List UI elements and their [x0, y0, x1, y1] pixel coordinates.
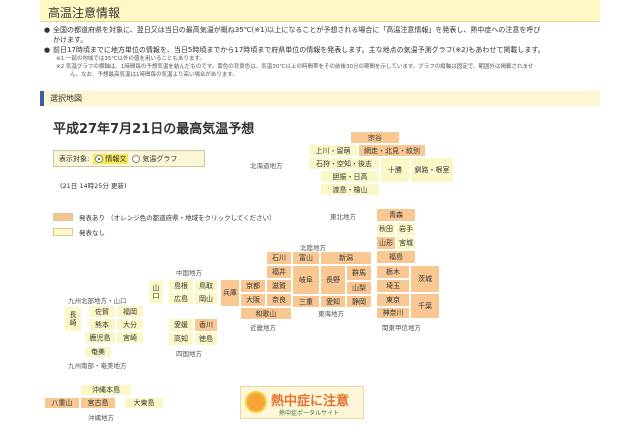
pref-miyazaki[interactable]: 宮崎 — [116, 331, 144, 344]
legend-off: 発表なし — [53, 227, 105, 237]
pref-ibaraki[interactable]: 茨城 — [410, 265, 440, 293]
pref-saitama[interactable]: 埼玉 — [376, 279, 410, 293]
intro-line-3: 前日17時頃までに地方単位の情報を、当日5時頃までから17時頃まで府県単位の情報… — [53, 46, 545, 54]
pref-yaeyama[interactable]: 八重山 — [44, 397, 80, 409]
pref-kamikawa-rumoi[interactable]: 上川・留萌 — [308, 144, 358, 157]
region-label-kyushu-north: 九州北部地方・山口 — [68, 297, 127, 305]
section-label: 選択地図 — [50, 94, 82, 103]
pref-shiga[interactable]: 滋賀 — [266, 279, 292, 293]
pref-akita[interactable]: 秋田 — [376, 222, 396, 236]
map-title: 平成27年7月21日の最高気温予想 — [53, 122, 255, 137]
pref-toyama[interactable]: 富山 — [292, 251, 320, 265]
pref-gifu[interactable]: 岐阜 — [292, 265, 320, 295]
note-3: ん。なお、予想最高気温は1時間毎の気温より高い場合があります。 — [70, 72, 238, 78]
pref-tokachi[interactable]: 十勝 — [380, 157, 410, 183]
pref-shizuoka[interactable]: 静岡 — [346, 295, 372, 308]
radio-selected-icon — [95, 154, 104, 163]
pref-miyagi[interactable]: 宮城 — [396, 236, 416, 250]
pref-kagawa[interactable]: 香川 — [194, 318, 218, 332]
region-label-tokai: 東海地方 — [318, 310, 344, 318]
sun-mascot-icon — [245, 391, 267, 413]
region-label-okinawa: 沖縄地方 — [88, 414, 114, 422]
note-2: ※2 気温グラフの横軸は、1時間毎の予想気温を結んだものです。黄色の背景色は、気… — [56, 64, 534, 70]
pref-okinawa-main[interactable]: 沖縄本島 — [80, 384, 132, 396]
banner-subtitle: 熱中症ポータルサイト — [279, 410, 340, 417]
pref-nagano[interactable]: 長野 — [320, 265, 346, 295]
intro-line-1: 全国の都道府県を対象に、翌日又は当日の最高気温が概ね35℃(※1)以上になること… — [53, 26, 541, 34]
banner-title: 熱中症に注意 — [271, 394, 350, 409]
pref-niigata[interactable]: 新潟 — [320, 251, 372, 265]
pref-fukui[interactable]: 福井 — [266, 265, 292, 279]
radio-empty-icon — [132, 154, 141, 163]
pref-saga[interactable]: 佐賀 — [88, 305, 116, 318]
pref-daitojima[interactable]: 大東島 — [124, 397, 164, 409]
pref-kagoshima[interactable]: 鹿児島 — [84, 331, 116, 344]
pref-aichi[interactable]: 愛知 — [320, 295, 346, 308]
region-label-hokkaido: 北海道地方 — [250, 162, 283, 170]
display-target-label: 表示対象: — [59, 154, 90, 163]
pref-okayama[interactable]: 岡山 — [194, 292, 218, 305]
pref-yamanashi[interactable]: 山梨 — [346, 281, 372, 295]
pref-ishikawa[interactable]: 石川 — [266, 251, 292, 265]
pref-kumamoto[interactable]: 熊本 — [88, 318, 116, 331]
page-title: 高温注意情報 — [48, 6, 121, 20]
pref-tokyo[interactable]: 東京 — [376, 293, 410, 307]
region-label-kyushu-south: 九州南部・奄美地方 — [68, 362, 127, 370]
pref-tottori[interactable]: 鳥取 — [194, 279, 218, 292]
region-label-shikoku: 四国地方 — [176, 350, 202, 358]
pref-oshima-hiyama[interactable]: 渡島・檜山 — [320, 183, 380, 196]
radio-info-text[interactable]: 情報文 — [93, 153, 129, 164]
region-label-tohoku: 東北地方 — [330, 213, 356, 221]
pref-yamagata[interactable]: 山形 — [376, 236, 396, 250]
updated-time: (21日 14時25分 更新) — [60, 182, 127, 190]
pref-aomori[interactable]: 青森 — [376, 208, 416, 222]
intro-line-2: かけます。 — [53, 36, 88, 44]
pref-tokushima[interactable]: 徳島 — [194, 332, 218, 346]
pref-nara[interactable]: 奈良 — [266, 293, 292, 307]
pref-kushiro-nemuro[interactable]: 釧路・根室 — [410, 157, 454, 183]
pref-kanagawa[interactable]: 神奈川 — [376, 307, 410, 319]
pref-mie[interactable]: 三重 — [292, 295, 320, 308]
pref-miyakojima[interactable]: 宮古島 — [80, 397, 116, 409]
pref-nagasaki[interactable]: 長崎 — [64, 306, 82, 332]
display-target-selector: 表示対象: 情報文 気温グラフ — [53, 150, 205, 167]
pref-iburi-hidaka[interactable]: 胆振・日高 — [320, 170, 380, 183]
pref-oita[interactable]: 大分 — [116, 318, 144, 331]
heatstroke-portal-banner[interactable]: 熱中症に注意 熱中症ポータルサイト — [240, 386, 364, 419]
legend-on: 発表あり （オレンジ色の都道府県・地域をクリックしてください） — [53, 212, 276, 222]
pref-abashiri-kitami-monbetsu[interactable]: 網走・北見・紋別 — [358, 144, 426, 157]
pref-ehime[interactable]: 愛媛 — [168, 318, 194, 332]
pref-tochigi[interactable]: 栃木 — [376, 265, 410, 279]
pref-kyoto[interactable]: 京都 — [240, 279, 266, 293]
region-label-kanto: 関東甲信地方 — [382, 324, 421, 332]
radio-temp-graph[interactable]: 気温グラフ — [132, 154, 177, 164]
pref-yamaguchi[interactable]: 山口 — [148, 280, 164, 304]
pref-amami[interactable]: 奄美 — [84, 346, 112, 358]
pref-ishikari-sorachi-shiribeshi[interactable]: 石狩・空知・後志 — [308, 157, 380, 170]
legend-on-swatch — [53, 213, 73, 221]
region-label-chugoku: 中国地方 — [176, 269, 202, 277]
section-header: 選択地図 — [40, 91, 600, 106]
pref-hiroshima[interactable]: 広島 — [168, 292, 194, 305]
pref-fukushima[interactable]: 福島 — [376, 250, 416, 264]
pref-souya[interactable]: 宗谷 — [350, 131, 400, 144]
page-header: 高温注意情報 — [40, 0, 600, 22]
pref-gunma[interactable]: 群馬 — [346, 265, 372, 281]
pref-shimane[interactable]: 島根 — [168, 279, 194, 292]
pref-fukuoka[interactable]: 福岡 — [116, 305, 144, 318]
region-label-kinki: 近畿地方 — [250, 324, 276, 332]
legend-off-swatch — [53, 228, 73, 236]
pref-wakayama[interactable]: 和歌山 — [240, 307, 292, 320]
pref-chiba[interactable]: 千葉 — [410, 293, 440, 319]
pref-hyogo[interactable]: 兵庫 — [220, 279, 240, 307]
pref-kochi[interactable]: 高知 — [168, 332, 194, 346]
intro-text: ● 全国の都道府県を対象に、翌日又は当日の最高気温が概ね35℃(※1)以上になるこ… — [44, 25, 594, 79]
note-1: ※1 一部の地域では35℃以外の値を用いることもあります。 — [56, 56, 205, 62]
pref-osaka[interactable]: 大阪 — [240, 293, 266, 307]
pref-iwate[interactable]: 岩手 — [396, 222, 416, 236]
